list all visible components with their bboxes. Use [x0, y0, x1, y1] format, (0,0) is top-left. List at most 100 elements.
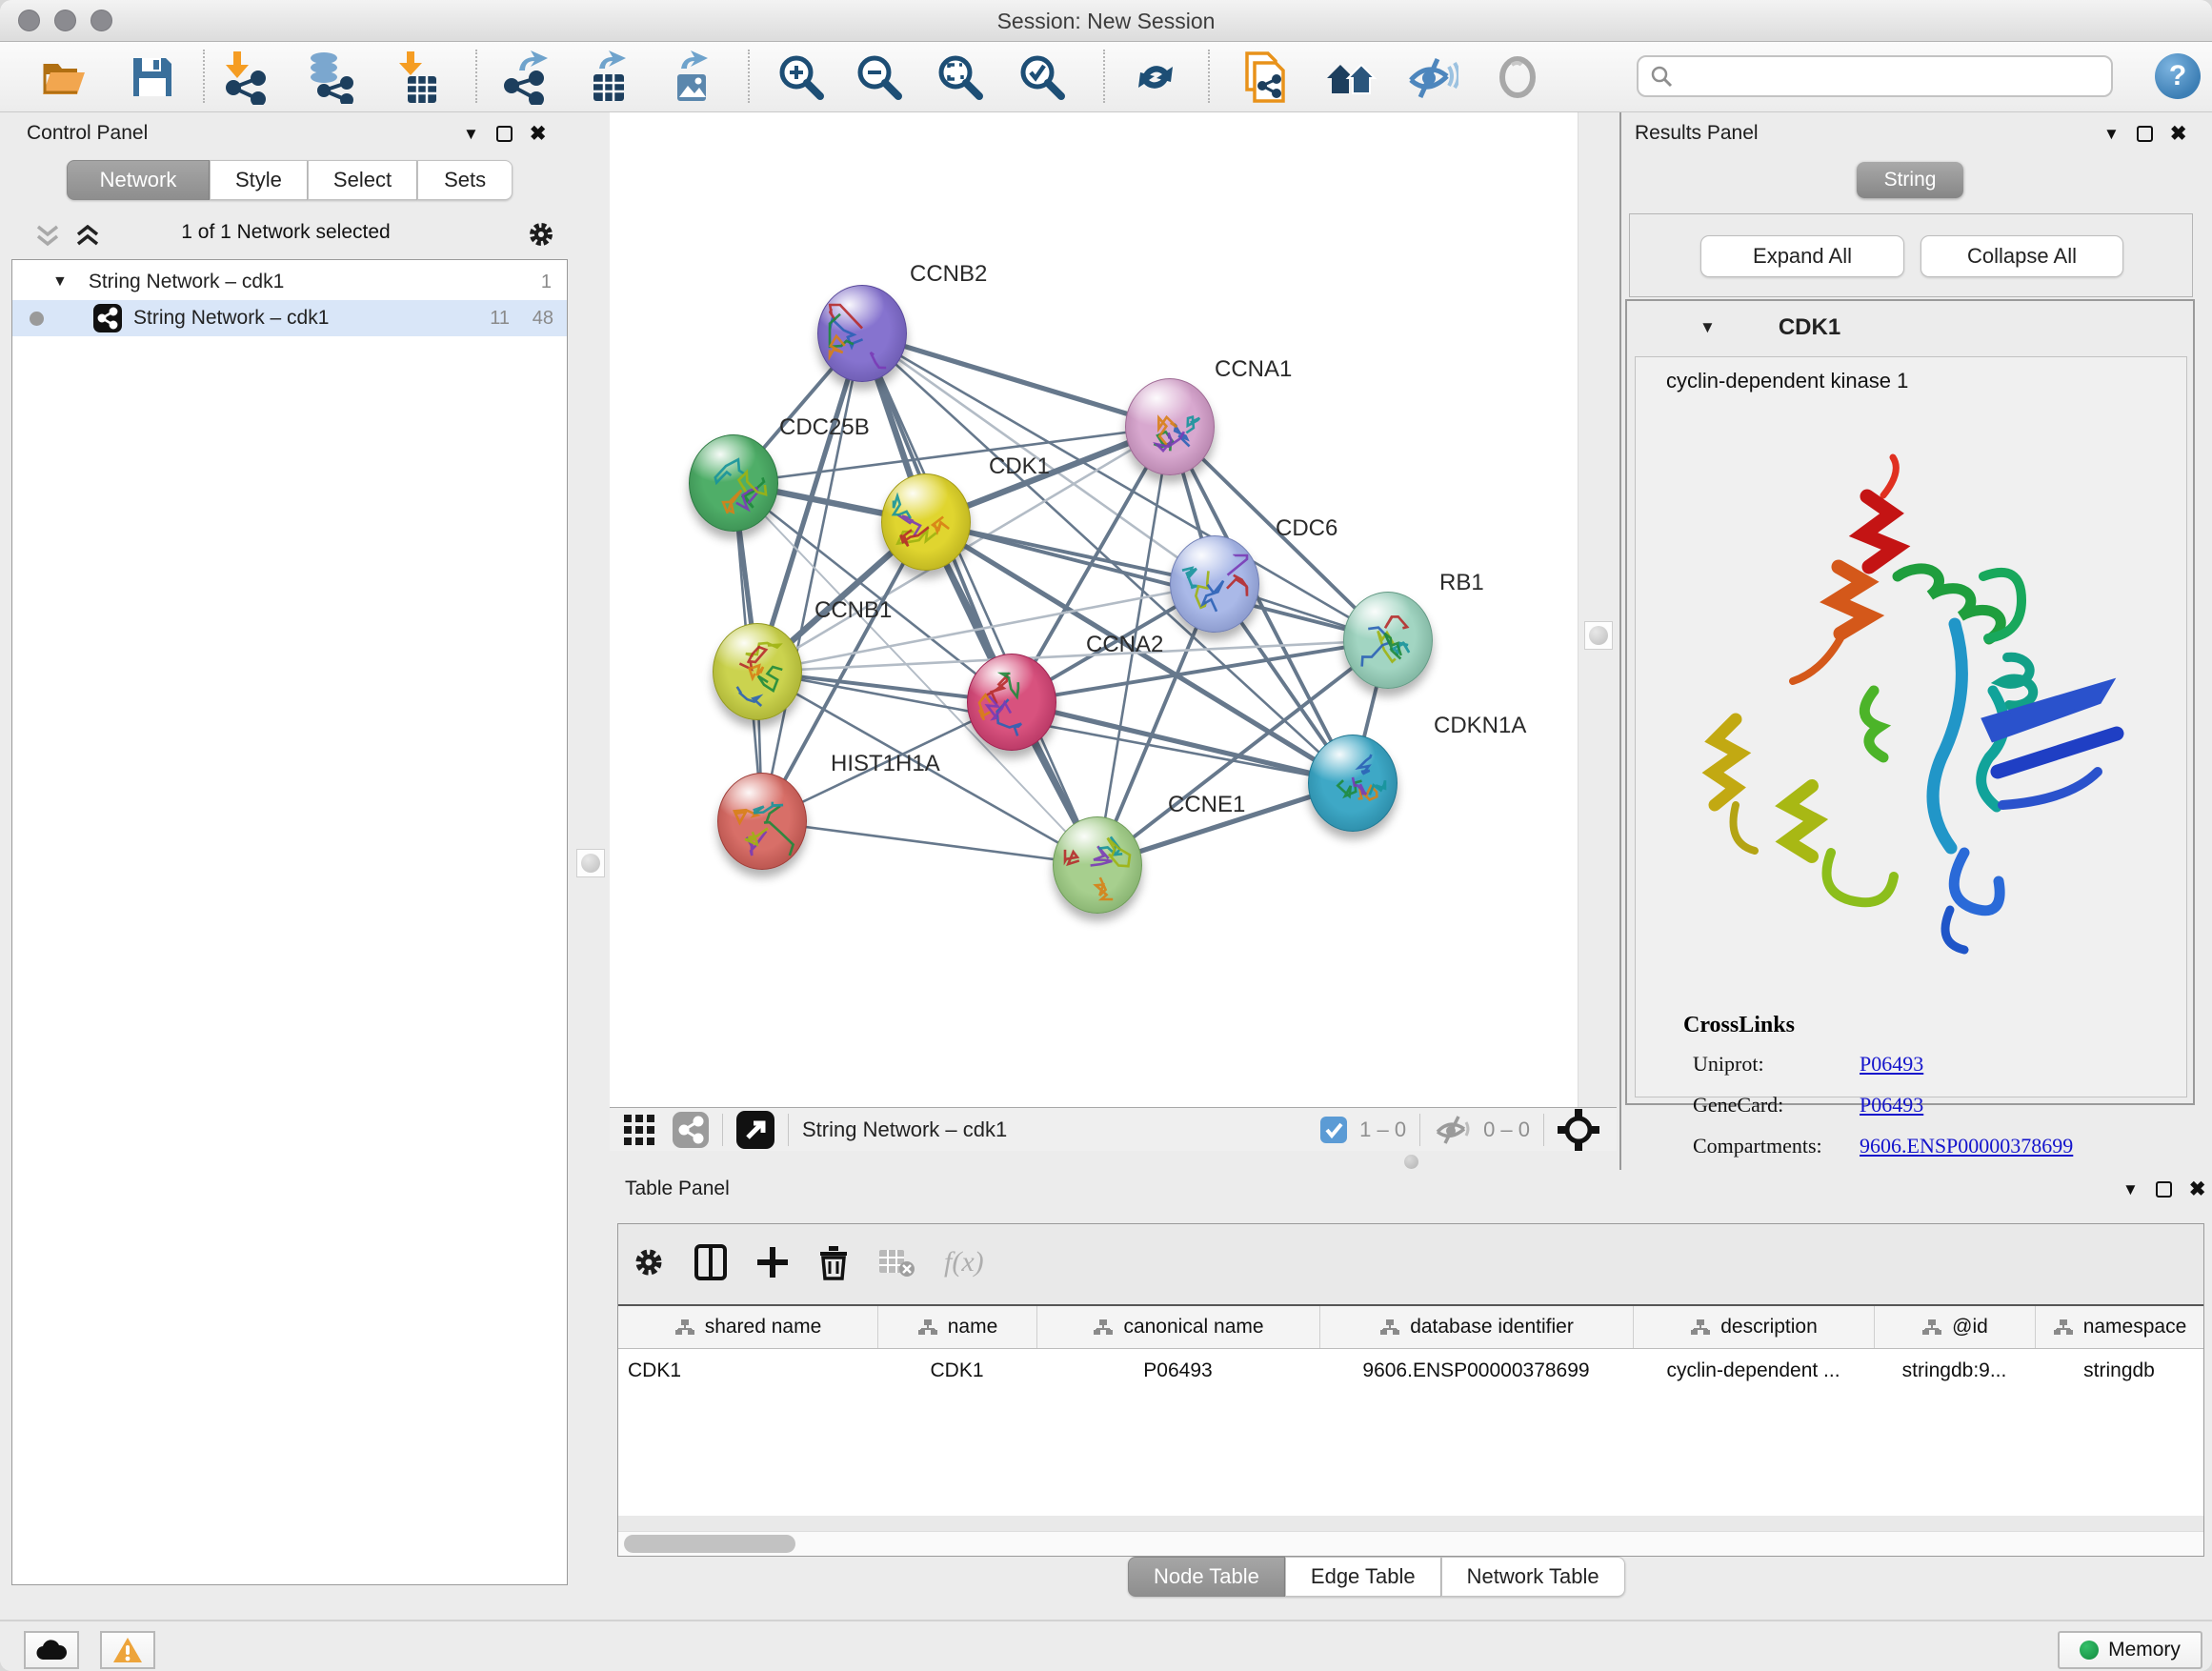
search-input[interactable]: [1680, 65, 2100, 89]
hidden-node-edge-counts: 0 – 0: [1483, 1117, 1530, 1142]
column-header-name[interactable]: name: [877, 1306, 1036, 1348]
grid-view-icon[interactable]: [623, 1114, 655, 1146]
import-network-file-icon[interactable]: [217, 47, 278, 108]
crosshair-icon[interactable]: [1558, 1109, 1599, 1151]
table-gear-icon[interactable]: [632, 1245, 666, 1279]
table-hscrollbar[interactable]: [618, 1531, 2203, 1556]
network-node-ccnb1[interactable]: [713, 623, 802, 720]
tab-network[interactable]: Network: [67, 160, 210, 200]
network-canvas[interactable]: CCNB2CCNA1CDC25BCDK1CDC6RB1CCNB1CCNA2CDK…: [610, 112, 1578, 1107]
column-header-shared-name[interactable]: shared name: [618, 1306, 877, 1348]
cloud-button[interactable]: [24, 1631, 79, 1669]
network-node-cdc25b[interactable]: [689, 434, 778, 532]
network-node-ccnb2[interactable]: [817, 285, 907, 382]
memory-button[interactable]: Memory: [2058, 1631, 2202, 1669]
scrollbar-thumb[interactable]: [624, 1535, 795, 1553]
card-expander-icon[interactable]: ▼: [1699, 318, 1716, 337]
selected-checkbox-icon[interactable]: [1319, 1116, 1348, 1144]
table-cell: cyclin-dependent ...: [1633, 1349, 1874, 1393]
tab-style[interactable]: Style: [210, 160, 308, 200]
collapse-panel-icon[interactable]: ▼: [2122, 1180, 2139, 1199]
import-network-database-icon[interactable]: [299, 47, 360, 108]
crosslink-row: Compartments:9606.ENSP00000378699: [1693, 1134, 2073, 1158]
export-image-icon[interactable]: [661, 47, 722, 108]
collapse-panel-icon[interactable]: ▼: [2103, 125, 2120, 144]
tab-node-table[interactable]: Node Table: [1128, 1557, 1285, 1597]
table-row[interactable]: CDK1CDK1P064939606.ENSP00000378699cyclin…: [618, 1349, 2203, 1393]
column-header-canonical-name[interactable]: canonical name: [1036, 1306, 1319, 1348]
gear-icon[interactable]: [526, 219, 556, 250]
export-network-icon[interactable]: [497, 47, 558, 108]
protein-description: cyclin-dependent kinase 1: [1666, 369, 1908, 393]
hide-selected-icon[interactable]: [1401, 47, 1462, 108]
network-node-cdc6[interactable]: [1170, 535, 1259, 633]
horizontal-splitter-grip[interactable]: [1404, 1155, 1418, 1169]
collapse-all-button[interactable]: Collapse All: [1920, 235, 2123, 277]
network-node-rb1[interactable]: [1343, 592, 1433, 689]
protein-card-header[interactable]: ▼ CDK1: [1627, 301, 2193, 354]
column-header-database-identifier[interactable]: database identifier: [1319, 1306, 1633, 1348]
zoom-selected-icon[interactable]: [1012, 47, 1073, 108]
delete-column-icon[interactable]: [818, 1244, 849, 1280]
tab-edge-table[interactable]: Edge Table: [1285, 1557, 1441, 1597]
network-node-ccne1[interactable]: [1053, 816, 1142, 914]
collection-expander-icon[interactable]: ▼: [52, 273, 68, 291]
network-row-selected[interactable]: String Network – cdk1 11 48: [12, 300, 567, 336]
tab-network-table[interactable]: Network Table: [1441, 1557, 1625, 1597]
network-edge[interactable]: [1012, 702, 1353, 783]
splitter-grip[interactable]: [1584, 621, 1613, 650]
network-edge[interactable]: [862, 333, 1170, 427]
export-table-icon[interactable]: [579, 47, 640, 108]
close-panel-icon[interactable]: ✖: [2189, 1179, 2206, 1199]
splitter-grip[interactable]: [576, 849, 605, 877]
show-all-icon[interactable]: [1487, 47, 1548, 108]
zoom-fit-icon[interactable]: [930, 47, 991, 108]
collapse-panel-icon[interactable]: ▼: [463, 125, 479, 144]
column-header-description[interactable]: description: [1633, 1306, 1874, 1348]
column-header-label: description: [1720, 1316, 1818, 1339]
copy-paste-style-icon[interactable]: [1235, 47, 1296, 108]
warnings-button[interactable]: [100, 1631, 155, 1669]
crosslink-link[interactable]: P06493: [1860, 1093, 1923, 1117]
crosslink-link[interactable]: 9606.ENSP00000378699: [1860, 1134, 2073, 1158]
select-columns-icon[interactable]: [694, 1244, 727, 1280]
save-session-icon[interactable]: [122, 47, 183, 108]
float-panel-icon[interactable]: [496, 126, 513, 142]
network-tree: ▼ String Network – cdk1 1 String Network…: [11, 259, 568, 1585]
zoom-out-icon[interactable]: [849, 47, 910, 108]
network-collection-row[interactable]: ▼ String Network – cdk1 1: [12, 264, 567, 300]
column-header-id[interactable]: @id: [1874, 1306, 2035, 1348]
network-edge[interactable]: [762, 333, 862, 821]
table-panel: Table Panel ▼ ✖ f(x) shared namenamecano…: [610, 1170, 2212, 1620]
close-panel-icon[interactable]: ✖: [2170, 124, 2187, 144]
network-node-ccna2[interactable]: [967, 654, 1056, 751]
home-string-icon[interactable]: [1320, 47, 1381, 108]
column-header-namespace[interactable]: namespace: [2035, 1306, 2203, 1348]
import-table-icon[interactable]: [388, 47, 449, 108]
tab-string[interactable]: String: [1857, 162, 1963, 198]
open-session-icon[interactable]: [33, 47, 94, 108]
network-node-hist1h1a[interactable]: [717, 773, 807, 870]
float-panel-icon[interactable]: [2137, 126, 2153, 142]
network-node-cdkn1a[interactable]: [1308, 735, 1398, 832]
expand-all-button[interactable]: Expand All: [1700, 235, 1904, 277]
help-icon[interactable]: ?: [2155, 53, 2201, 99]
network-node-cdk1[interactable]: [881, 473, 971, 571]
network-node-ccna1[interactable]: [1125, 378, 1215, 475]
canvas-scrollbar[interactable]: [1578, 112, 1619, 1107]
tab-sets[interactable]: Sets: [417, 160, 513, 200]
zoom-in-icon[interactable]: [771, 47, 832, 108]
hidden-eye-icon[interactable]: [1434, 1115, 1474, 1145]
network-edge[interactable]: [762, 821, 1097, 865]
tab-select[interactable]: Select: [308, 160, 417, 200]
share-view-icon[interactable]: [673, 1112, 709, 1148]
float-panel-icon[interactable]: [2156, 1181, 2172, 1198]
vertical-splitter[interactable]: [572, 112, 610, 1620]
add-column-icon[interactable]: [755, 1245, 790, 1279]
birds-eye-view-icon[interactable]: [736, 1111, 774, 1149]
refresh-view-icon[interactable]: [1125, 47, 1186, 108]
search-box[interactable]: [1637, 55, 2113, 97]
close-panel-icon[interactable]: ✖: [530, 124, 547, 144]
crosslink-link[interactable]: P06493: [1860, 1052, 1923, 1077]
network-edge[interactable]: [862, 333, 1097, 865]
